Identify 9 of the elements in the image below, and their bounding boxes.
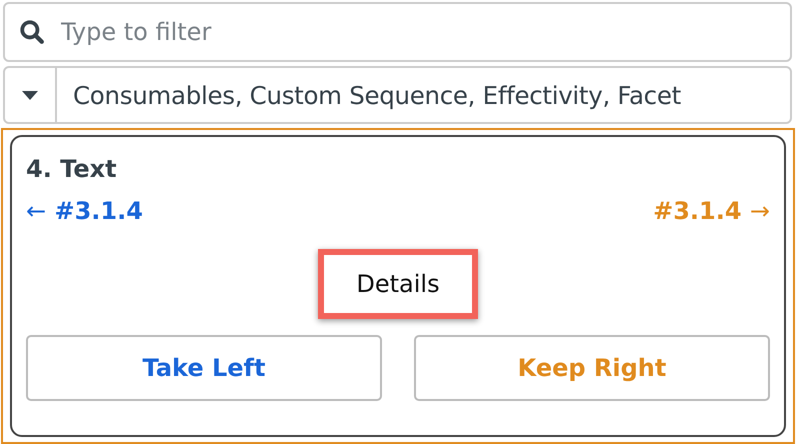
filter-field[interactable]: Type to filter: [3, 2, 792, 62]
left-reference-link[interactable]: ← #3.1.4: [26, 197, 143, 225]
details-button[interactable]: Details: [318, 249, 478, 319]
dropdown-value: Consumables, Custom Sequence, Effectivity, Facet: [72, 80, 681, 110]
card-title: 4. Text: [26, 155, 118, 183]
search-icon: [19, 19, 45, 45]
take-left-button[interactable]: Take Left: [26, 335, 382, 401]
dropdown[interactable]: Consumables, Custom Sequence, Effectivity, Facet: [3, 66, 792, 124]
caret-icon: [22, 90, 38, 100]
